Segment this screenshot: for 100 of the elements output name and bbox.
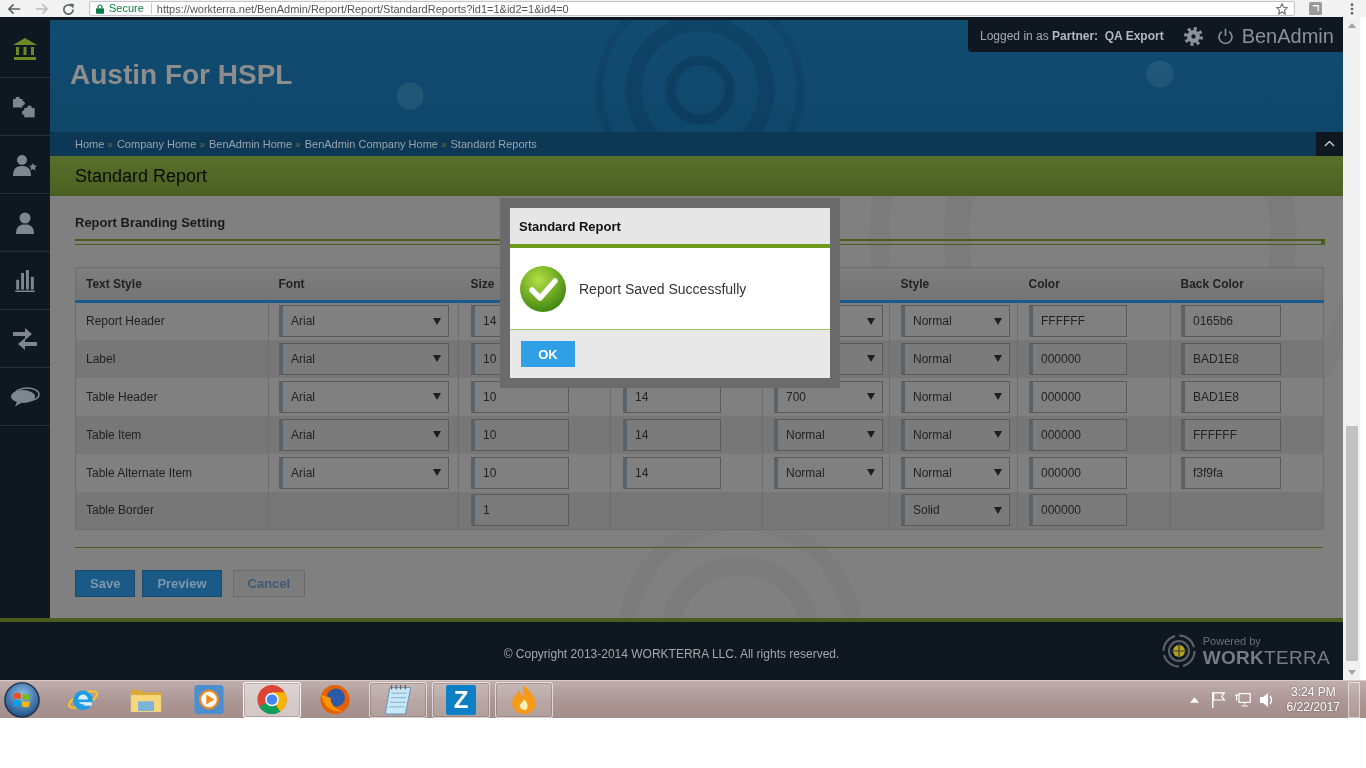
lock-icon <box>96 3 104 14</box>
swap-arrows-icon <box>13 327 37 350</box>
success-check-icon <box>520 265 566 312</box>
dropdown[interactable]: Arial <box>279 418 449 451</box>
scrollbar-thumb[interactable] <box>1345 426 1358 661</box>
dropdown[interactable]: Arial <box>279 456 449 489</box>
clock-date[interactable]: 6/22/2017 <box>1286 699 1340 715</box>
caret-up-icon <box>1324 141 1335 147</box>
dropdown[interactable]: Normal <box>901 305 1010 338</box>
power-icon[interactable] <box>1217 27 1233 45</box>
reload-icon[interactable] <box>62 2 75 15</box>
taskbar-button[interactable] <box>495 681 553 718</box>
network-icon[interactable] <box>1234 691 1251 708</box>
caret-down-icon <box>433 431 441 438</box>
back-arrow-icon[interactable] <box>8 2 21 15</box>
dropdown[interactable]: Normal <box>901 418 1010 451</box>
scrollbar[interactable] <box>1343 17 1360 680</box>
dropdown[interactable]: Arial <box>279 342 449 375</box>
clock-time[interactable]: 3:24 PM <box>1290 684 1336 700</box>
text-field[interactable]: 000000 <box>1029 456 1127 489</box>
caret-down-icon <box>994 355 1002 362</box>
taskbar-button[interactable] <box>369 681 427 718</box>
column-header: Back Color <box>1170 267 1324 302</box>
app-tile-icon[interactable] <box>1309 2 1322 15</box>
text-field[interactable]: 1 <box>471 494 569 527</box>
collapse-button[interactable] <box>1316 132 1343 156</box>
dialog-title: Standard Report <box>519 218 621 234</box>
speaker-icon[interactable] <box>1258 691 1275 708</box>
text-field[interactable]: BAD1E8 <box>1181 380 1281 413</box>
text-field[interactable]: FFFFFF <box>1181 418 1281 451</box>
table-cell: Report Header <box>75 301 269 340</box>
text-field[interactable]: 10 <box>471 418 569 451</box>
dropdown[interactable]: Normal <box>774 418 883 451</box>
text-field[interactable]: 000000 <box>1029 380 1127 413</box>
column-header: Color <box>1017 267 1171 302</box>
page-title: Standard Report <box>75 165 208 187</box>
login-text: Logged in as Partner: QA Export <box>980 29 1164 43</box>
breadcrumb-separator: » <box>199 138 205 150</box>
url-text: https://workterra.net/BenAdmin/Report/Report/StandardReports?id1=1&id2=1&id4=0 <box>156 2 569 15</box>
action-button[interactable]: Save <box>75 570 136 597</box>
notepad-icon <box>382 684 414 715</box>
dropdown[interactable]: Normal <box>774 456 883 489</box>
text-field[interactable]: 14 <box>623 418 721 451</box>
bar-chart-icon <box>15 269 35 292</box>
taskbar-button[interactable] <box>243 681 301 718</box>
start-orb-icon[interactable] <box>2 681 42 718</box>
copyright-text: © Copyright 2013-2014 WORKTERRA LLC. All rights reserved. <box>503 646 840 661</box>
caret-down-icon <box>867 317 875 325</box>
dropdown[interactable]: Normal <box>901 380 1010 413</box>
text-field[interactable]: BAD1E8 <box>1181 342 1281 375</box>
person-star-icon <box>13 153 37 176</box>
breadcrumb-link[interactable]: BenAdmin Company Home <box>304 138 438 150</box>
breadcrumb-link[interactable]: Standard Reports <box>450 138 537 150</box>
table-cell: Table Alternate Item <box>75 453 269 492</box>
caret-down-icon <box>994 317 1002 325</box>
globe-icon <box>319 684 351 715</box>
action-button[interactable]: Preview <box>142 570 222 597</box>
dropdown[interactable]: Solid <box>901 494 1010 527</box>
breadcrumb-separator: » <box>107 138 113 150</box>
home-icon <box>13 37 37 60</box>
caret-up-icon[interactable] <box>1189 696 1199 703</box>
caret-down-icon <box>867 431 875 438</box>
table-cell: Table Item <box>75 415 269 454</box>
scroll-up-icon[interactable] <box>1347 23 1356 28</box>
scroll-down-icon[interactable] <box>1347 670 1356 675</box>
text-field[interactable]: f3f9fa <box>1181 456 1281 489</box>
caret-down-icon <box>994 393 1002 400</box>
text-field[interactable]: 10 <box>471 456 569 489</box>
play-tile-icon <box>193 684 225 715</box>
text-field[interactable]: 14 <box>623 456 721 489</box>
logo-wordmark: WORKTERRA <box>1202 647 1330 668</box>
address-field[interactable]: Secure https://workterra.net/BenAdmin/Report/Report/StandardReports?id1=1&id2=1&id4=0 <box>89 1 1295 16</box>
caret-down-icon <box>433 317 441 325</box>
text-field[interactable]: FFFFFF <box>1029 305 1127 338</box>
breadcrumb-link[interactable]: Home <box>75 138 105 150</box>
text-field[interactable]: 0165b6 <box>1181 305 1281 338</box>
show-desktop-button[interactable] <box>1348 681 1360 718</box>
breadcrumb-link[interactable]: BenAdmin Home <box>208 138 293 150</box>
text-field[interactable]: 000000 <box>1029 342 1127 375</box>
kebab-menu-icon[interactable] <box>1350 2 1354 15</box>
caret-down-icon <box>867 393 875 400</box>
caret-down-icon <box>433 393 441 400</box>
breadcrumb-link[interactable]: Company Home <box>116 138 197 150</box>
settings-icon[interactable] <box>1183 26 1203 46</box>
table-cell: Label <box>75 339 269 378</box>
dropdown[interactable]: Normal <box>901 342 1010 375</box>
dropdown[interactable]: Arial <box>279 305 449 338</box>
dropdown[interactable]: Arial <box>279 380 449 413</box>
breadcrumb-separator: » <box>295 138 301 150</box>
caret-down-icon <box>433 355 441 362</box>
caret-down-icon <box>994 469 1002 476</box>
text-field[interactable]: 000000 <box>1029 494 1127 527</box>
taskbar-button[interactable]: Z <box>432 681 490 718</box>
ok-button[interactable]: OK <box>521 341 575 367</box>
target-logo-icon <box>1161 634 1196 668</box>
text-field[interactable]: 000000 <box>1029 418 1127 451</box>
dropdown[interactable]: Normal <box>901 456 1010 489</box>
star-icon[interactable] <box>1276 2 1288 15</box>
logo-tagline: Powered by <box>1202 634 1262 648</box>
flag-icon[interactable] <box>1210 691 1227 708</box>
